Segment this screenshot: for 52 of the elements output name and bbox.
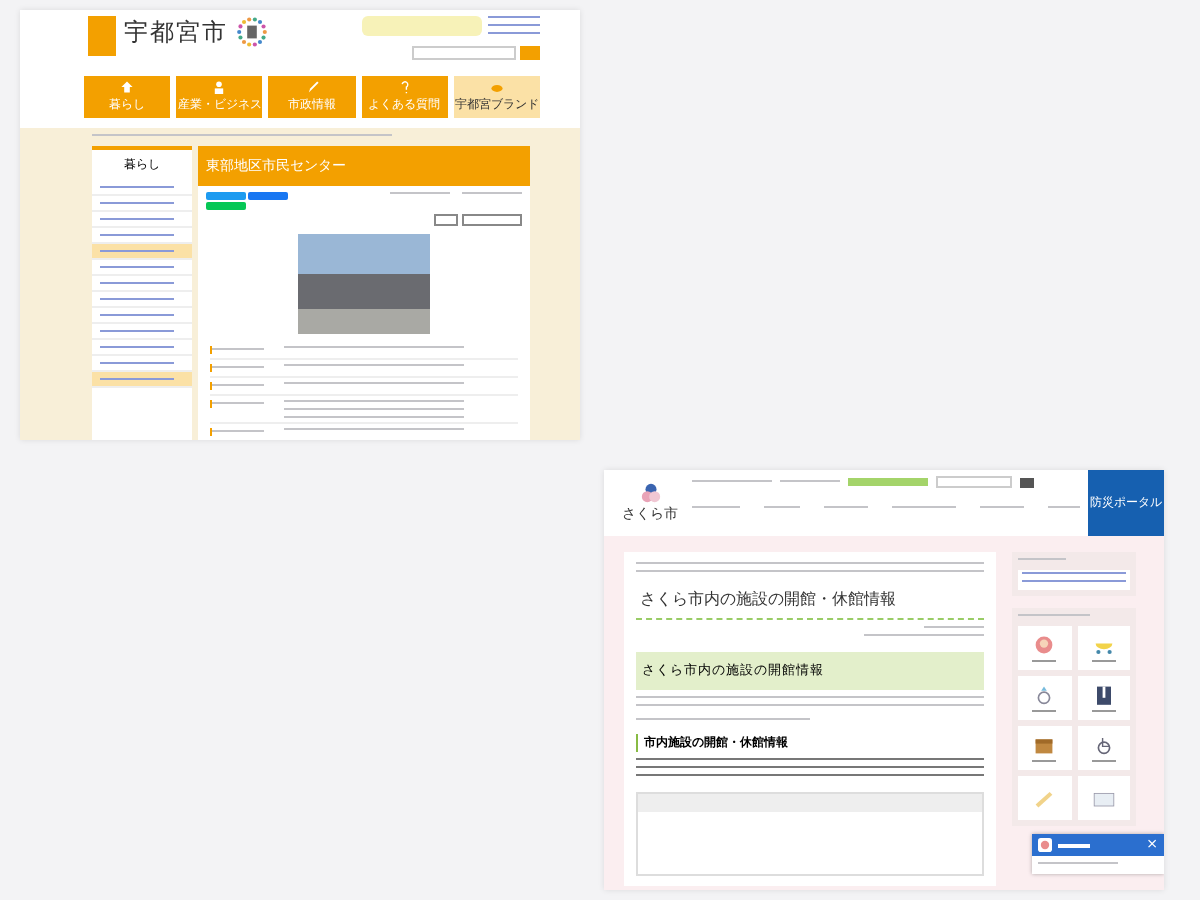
question-mark-icon (397, 80, 412, 94)
procedure-tile[interactable] (1077, 626, 1130, 670)
illegible-text-drawing (1022, 572, 1126, 588)
pen-icon (305, 80, 319, 94)
illegible-text-drawing (1048, 506, 1080, 512)
city-name: 宇都宮市 (124, 16, 228, 48)
cloud-icon (489, 80, 504, 94)
illegible-text-drawing (1018, 614, 1090, 620)
illegible-text-drawing (390, 192, 450, 200)
illegible-text-drawing (1018, 558, 1066, 564)
text-size-button[interactable] (462, 214, 522, 226)
sidebar-item[interactable] (92, 260, 192, 276)
illegible-text-drawing (488, 16, 540, 40)
print-button[interactable] (434, 214, 458, 226)
sidebar-item[interactable] (92, 212, 192, 228)
building-photo-placeholder (298, 234, 430, 334)
procedure-tile[interactable] (1018, 626, 1071, 670)
illegible-text-drawing (892, 506, 956, 512)
search-field[interactable] (936, 476, 1012, 488)
sidebar-item[interactable] (92, 244, 192, 260)
illegible-text-drawing (462, 192, 522, 200)
person-icon (212, 80, 227, 94)
card-icon (1089, 787, 1118, 809)
illegible-text-drawing (692, 506, 740, 512)
procedure-tile[interactable] (1077, 726, 1130, 770)
search-field[interactable] (412, 46, 516, 60)
illegible-text-drawing (780, 479, 840, 485)
illegible-text-drawing (692, 479, 772, 485)
search-button[interactable] (1020, 477, 1034, 487)
house-icon (120, 80, 135, 94)
slogan-badge-icon (88, 16, 116, 56)
sidebar-item[interactable] (92, 276, 192, 292)
illegible-text-drawing (1038, 862, 1118, 868)
page-heading: さくら市内の施設の開館・休館情報 (636, 578, 984, 620)
flower-logo-icon (639, 482, 661, 504)
chatbot-avatar-icon (1038, 838, 1052, 852)
sidebar-item[interactable] (92, 196, 192, 212)
illegible-text-drawing (764, 506, 800, 512)
sidebar-item[interactable] (92, 372, 192, 388)
sidebar-item[interactable] (92, 308, 192, 324)
sidebar-item[interactable] (92, 340, 192, 356)
procedure-tile[interactable] (1077, 776, 1130, 820)
sidebar-item[interactable] (92, 180, 192, 196)
procedure-tile[interactable] (1018, 726, 1071, 770)
sidebar-item[interactable] (92, 324, 192, 340)
procedure-tile[interactable] (1077, 676, 1130, 720)
dotted-ring-logo-icon (236, 16, 268, 48)
illegible-text-drawing (824, 506, 868, 512)
procedure-tile[interactable] (1018, 676, 1071, 720)
sidebar-item[interactable] (92, 292, 192, 308)
illegible-text-drawing (980, 506, 1024, 512)
procedure-tile[interactable] (1018, 776, 1071, 820)
